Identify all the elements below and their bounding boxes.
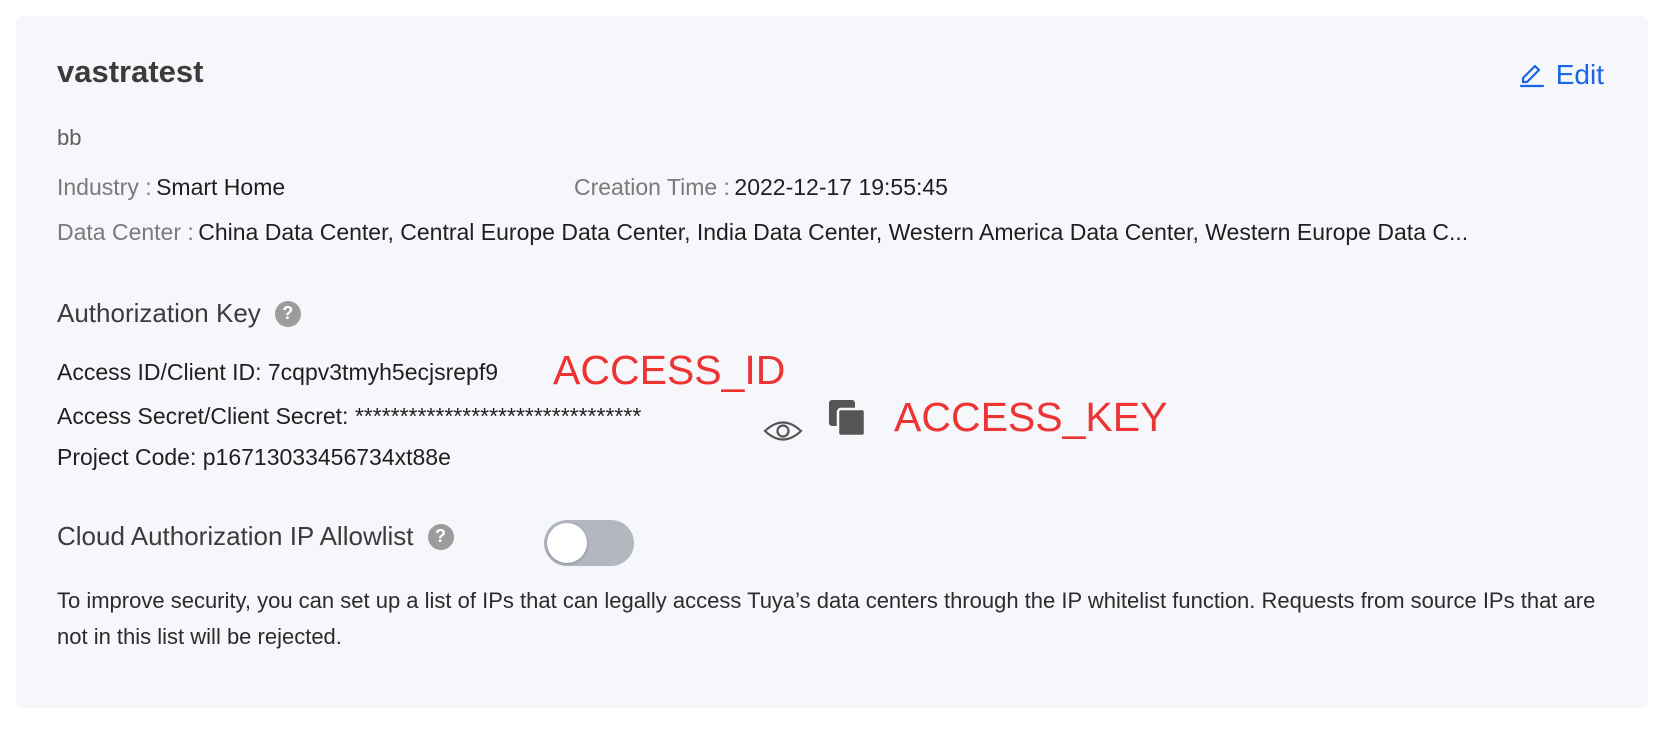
access-secret-value: ******************************** (354, 403, 642, 429)
authorization-key-heading: Authorization Key ? (57, 298, 301, 329)
industry-row: Industry : Smart Home (57, 174, 285, 201)
creation-time-value: 2022-12-17 19:55:45 (734, 174, 948, 200)
edit-button[interactable]: Edit (1518, 59, 1604, 91)
access-id-annotation: ACCESS_ID (553, 347, 786, 393)
data-center-value: China Data Center, Central Europe Data C… (198, 219, 1469, 245)
creation-time-row: Creation Time : 2022-12-17 19:55:45 (574, 174, 948, 201)
eye-icon[interactable] (762, 416, 804, 446)
access-id-label: Access ID/Client ID: (57, 359, 262, 385)
ip-allowlist-toggle[interactable] (544, 520, 634, 566)
industry-label: Industry : (57, 174, 152, 200)
project-name: vastratest (57, 54, 204, 89)
ip-allowlist-heading: Cloud Authorization IP Allowlist ? (57, 521, 454, 552)
project-description: bb (57, 125, 82, 150)
access-key-annotation: ACCESS_KEY (894, 394, 1168, 440)
edit-label[interactable]: Edit (1556, 59, 1604, 91)
toggle-knob (547, 523, 587, 563)
authorization-key-title: Authorization Key (57, 298, 261, 328)
data-center-row: Data Center : China Data Center, Central… (57, 219, 1617, 246)
access-id-row: Access ID/Client ID: 7cqpv3tmyh5ecjsrepf… (57, 359, 498, 386)
access-id-value: 7cqpv3tmyh5ecjsrepf9 (267, 359, 499, 385)
access-secret-label: Access Secret/Client Secret: (57, 403, 349, 429)
project-card: vastratest bb Edit Industry : Smart Home… (16, 16, 1648, 708)
ip-allowlist-description: To improve security, you can set up a li… (57, 588, 1596, 649)
access-secret-row: Access Secret/Client Secret: ***********… (57, 403, 641, 430)
industry-value: Smart Home (156, 174, 286, 200)
project-code-row: Project Code: p16713033456734xt88e (57, 444, 451, 471)
copy-icon[interactable] (827, 398, 867, 438)
pencil-icon[interactable] (1518, 61, 1546, 89)
help-icon[interactable]: ? (274, 300, 301, 327)
project-code-value: p16713033456734xt88e (202, 444, 451, 470)
creation-time-label: Creation Time : (574, 174, 730, 200)
help-icon[interactable]: ? (427, 523, 454, 550)
ip-allowlist-title: Cloud Authorization IP Allowlist (57, 521, 414, 551)
project-code-label: Project Code: (57, 444, 197, 470)
data-center-label: Data Center : (57, 219, 194, 245)
